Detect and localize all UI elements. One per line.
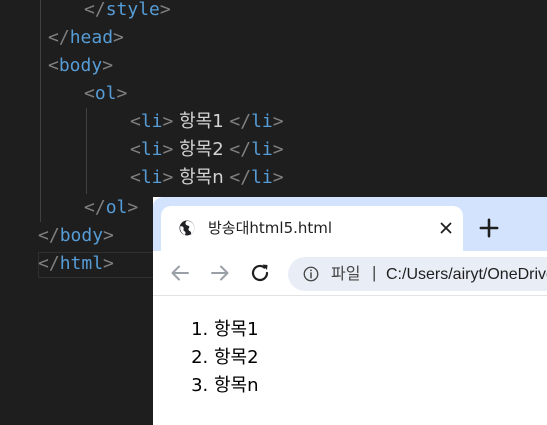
code-line-html-close: </html> — [38, 250, 114, 278]
tag-bracket: > — [103, 253, 114, 274]
tag-bracket: > — [113, 27, 124, 48]
tag-name: li — [251, 139, 273, 160]
url-text[interactable]: C:/Users/airyt/OneDrive — [386, 265, 547, 285]
list-item: 항목2 — [214, 344, 259, 372]
tag-name: style — [105, 0, 160, 20]
tag-bracket: > — [272, 111, 284, 132]
tag-name: head — [69, 27, 114, 48]
address-bar[interactable]: 파일 | C:/Users/airyt/OneDrive — [288, 257, 547, 291]
close-icon[interactable] — [437, 219, 455, 237]
code-line-ol-close: </ol> — [84, 194, 138, 222]
page-content: 항목1 항목2 항목n — [153, 295, 547, 425]
screenshot-root: </style> </head> <body> <ol> <li> 항목1 </li> <… — [0, 0, 547, 425]
list-item: 항목1 — [214, 316, 259, 344]
code-line-ol-open: <ol> — [84, 80, 127, 108]
globe-icon — [179, 220, 195, 236]
code-line-li-n: <li> 항목n </li> — [130, 164, 284, 192]
tag-bracket: </ — [38, 225, 60, 246]
tab-strip: 방송대html5.html — [153, 197, 547, 251]
tag-bracket: > — [103, 225, 114, 246]
tag-bracket: </ — [229, 111, 252, 132]
tag-name: li — [251, 167, 273, 188]
tag-bracket: > — [272, 139, 284, 160]
tag-bracket: </ — [229, 167, 252, 188]
tab-title: 방송대html5.html — [208, 219, 333, 237]
tag-name: li — [140, 139, 163, 160]
browser-window: 방송대html5.html 파일 | C:/Users/airyt/OneDri… — [153, 197, 547, 425]
indent-guide — [40, 0, 41, 222]
tag-bracket: > — [127, 197, 139, 218]
code-line-li-1: <li> 항목1 </li> — [130, 108, 284, 136]
tag-name: html — [59, 253, 104, 274]
reload-icon[interactable] — [248, 261, 272, 285]
tag-bracket: < — [48, 55, 59, 76]
tag-name: li — [140, 111, 163, 132]
code-line-body-close: </body> — [38, 222, 114, 250]
tag-name: ol — [105, 197, 128, 218]
tag-bracket: > — [159, 0, 171, 20]
tag-bracket: > — [272, 167, 284, 188]
tag-bracket: > — [116, 83, 128, 104]
tag-bracket: < — [130, 139, 141, 160]
code-text: 항목n — [173, 167, 230, 188]
ordered-list: 항목1 항목2 항목n — [153, 316, 259, 400]
code-text: 항목1 — [173, 111, 230, 132]
tag-bracket: > — [162, 111, 174, 132]
tag-name: body — [58, 55, 103, 76]
tag-bracket: < — [130, 167, 141, 188]
plus-icon[interactable] — [475, 214, 503, 242]
tag-bracket: > — [162, 139, 174, 160]
code-text: 항목2 — [173, 139, 230, 160]
site-info-label: 파일 — [331, 264, 361, 283]
tag-bracket: < — [130, 111, 141, 132]
tag-name: body — [59, 225, 104, 246]
tag-bracket: </ — [84, 0, 106, 20]
browser-tab[interactable]: 방송대html5.html — [161, 206, 463, 251]
indent-guide — [86, 108, 87, 194]
tag-name: li — [251, 111, 273, 132]
code-line-body-open: <body> — [48, 52, 113, 80]
list-item: 항목n — [214, 372, 259, 400]
arrow-right-icon[interactable] — [208, 261, 232, 285]
url-separator: | — [372, 263, 377, 282]
tag-bracket: </ — [48, 27, 70, 48]
tag-bracket: </ — [229, 139, 252, 160]
code-line-head-close: </head> — [48, 24, 124, 52]
tag-bracket: < — [84, 83, 95, 104]
tag-name: li — [140, 167, 163, 188]
tag-bracket: > — [102, 55, 114, 76]
tag-name: ol — [94, 83, 117, 104]
arrow-left-icon[interactable] — [168, 261, 192, 285]
tag-bracket: </ — [38, 253, 60, 274]
info-icon[interactable] — [302, 265, 320, 283]
code-line-style-close: </style> — [84, 0, 171, 24]
tag-bracket: > — [162, 167, 174, 188]
browser-toolbar: 파일 | C:/Users/airyt/OneDrive — [153, 251, 547, 295]
tag-bracket: </ — [84, 197, 106, 218]
code-line-li-2: <li> 항목2 </li> — [130, 136, 284, 164]
